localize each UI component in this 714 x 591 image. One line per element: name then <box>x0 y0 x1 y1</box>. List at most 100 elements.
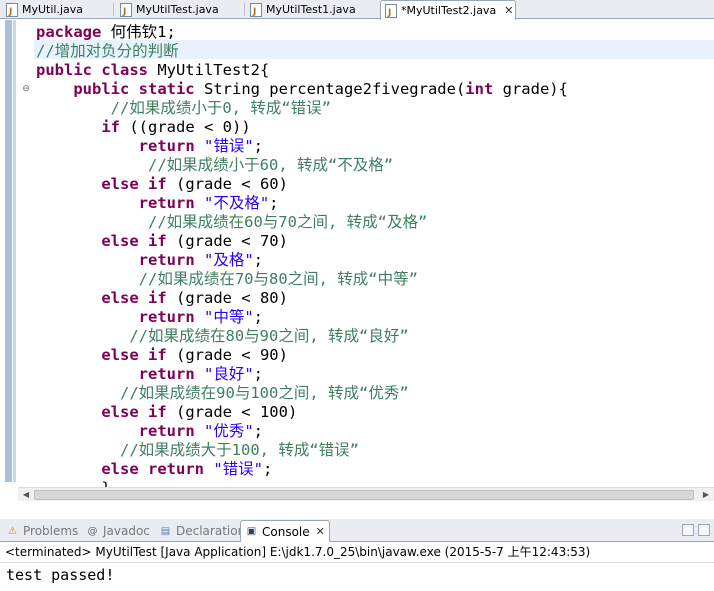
tab-myutiltest1-java[interactable]: J MyUtilTest1.java <box>246 0 378 19</box>
comment-token: //如果成绩在90与100之间, 转成“优秀” <box>120 384 409 402</box>
code-token: (grade < 60) <box>166 175 288 193</box>
code-line[interactable]: //如果成绩在70与80之间, 转成“中等” <box>36 270 418 289</box>
tab-label: MyUtilTest.java <box>136 3 219 16</box>
console-icon: ▣ <box>246 526 257 537</box>
tab-declaration[interactable]: ▤ Declaration <box>155 521 249 541</box>
code-line[interactable]: return "良好"; <box>36 365 263 384</box>
comment-token: //如果成绩在60与70之间, 转成“及格” <box>147 213 428 231</box>
code-line[interactable]: //如果成绩在60与70之间, 转成“及格” <box>36 213 427 232</box>
keyword-token: else if <box>101 289 167 307</box>
string-token: "错误" <box>203 460 263 478</box>
code-token: (grade < 70) <box>166 232 288 250</box>
comment-token: //如果成绩小于60, 转成“不及格” <box>147 156 394 174</box>
view-tab-bar: ⚠ Problems @ Javadoc ▤ Declaration ▣ Con… <box>0 519 714 542</box>
editor-tab-bar: J MyUtil.java J MyUtilTest.java J MyUtil… <box>0 0 714 20</box>
code-line[interactable]: return "及格"; <box>36 251 263 270</box>
keyword-token: package <box>36 23 102 41</box>
code-token: ((grade < 0)) <box>120 118 251 136</box>
code-token: } <box>101 479 110 487</box>
code-line[interactable]: return "不及格"; <box>36 194 279 213</box>
code-line[interactable]: else return "错误"; <box>36 460 272 479</box>
code-line[interactable]: //如果成绩在90与100之间, 转成“优秀” <box>36 384 409 403</box>
code-token: grade){ <box>493 80 568 98</box>
code-token: (grade < 90) <box>166 346 288 364</box>
tab-myutiltest2-java[interactable]: J *MyUtilTest2.java ✕ <box>380 0 516 20</box>
code-token: 何伟钦1; <box>101 23 176 41</box>
java-file-icon: J <box>385 3 397 18</box>
code-token: ; <box>253 137 263 155</box>
keyword-token: else return <box>101 460 204 478</box>
problems-icon: ⚠ <box>8 525 17 537</box>
tab-myutiltest-java[interactable]: J MyUtilTest.java <box>116 0 244 19</box>
tab-myutil-java[interactable]: J MyUtil.java <box>2 0 112 19</box>
minimize-icon[interactable] <box>682 524 694 536</box>
code-line[interactable]: if ((grade < 0)) <box>36 118 251 137</box>
annotation-ruler <box>0 20 18 487</box>
horizontal-scrollbar[interactable]: ◀ ▶ <box>18 487 714 501</box>
close-icon[interactable]: ✕ <box>316 525 325 538</box>
keyword-token: else if <box>101 175 167 193</box>
keyword-token: else if <box>101 232 167 250</box>
code-line[interactable]: else if (grade < 100) <box>36 403 297 422</box>
tab-label: Javadoc <box>103 524 150 538</box>
svg-text:J: J <box>122 7 126 17</box>
code-token: ; <box>262 460 273 478</box>
scroll-left-icon[interactable]: ◀ <box>20 489 32 501</box>
code-line[interactable]: public class MyUtilTest2{ <box>36 61 269 80</box>
code-token: ; <box>253 308 263 326</box>
comment-token: //增加对负分的判断 <box>36 42 179 60</box>
string-token: "不及格" <box>194 194 270 212</box>
code-line[interactable]: return "优秀"; <box>36 422 263 441</box>
code-line[interactable]: else if (grade < 90) <box>36 346 288 365</box>
console-output-area[interactable]: test passed! <box>0 562 714 591</box>
javadoc-icon: @ <box>87 525 98 537</box>
code-line[interactable]: return "错误"; <box>36 137 263 156</box>
string-token: "良好" <box>194 365 254 383</box>
string-token: "中等" <box>194 308 254 326</box>
string-token: "错误" <box>194 137 254 155</box>
code-line[interactable]: } <box>36 479 110 487</box>
maximize-icon[interactable] <box>698 524 710 536</box>
keyword-token: else if <box>101 346 167 364</box>
keyword-token: return <box>138 251 195 269</box>
declaration-icon: ▤ <box>160 525 171 537</box>
comment-token: //如果成绩大于100, 转成“错误” <box>120 441 359 459</box>
tab-label: Declaration <box>176 524 246 538</box>
tab-javadoc[interactable]: @ Javadoc <box>82 521 154 541</box>
code-line[interactable]: else if (grade < 60) <box>36 175 288 194</box>
code-token: String percentage2fivegrade( <box>194 80 466 98</box>
tab-console[interactable]: ▣ Console ✕ <box>240 520 330 542</box>
keyword-token: return <box>138 137 195 155</box>
code-line[interactable]: public static String percentage2fivegrad… <box>36 80 568 99</box>
code-line[interactable]: return "中等"; <box>36 308 263 327</box>
tab-label: Console <box>262 524 310 539</box>
java-file-icon: J <box>250 2 262 17</box>
scroll-right-icon[interactable]: ▶ <box>700 489 712 501</box>
code-line[interactable]: //如果成绩在80与90之间, 转成“良好” <box>36 327 408 346</box>
tab-problems[interactable]: ⚠ Problems <box>2 521 82 541</box>
code-token: (grade < 80) <box>166 289 288 307</box>
svg-text:J: J <box>387 8 391 18</box>
comment-token: //如果成绩在70与80之间, 转成“中等” <box>138 270 418 288</box>
close-icon[interactable]: ✕ <box>504 4 513 17</box>
code-line[interactable]: else if (grade < 80) <box>36 289 288 308</box>
code-line[interactable]: //如果成绩大于100, 转成“错误” <box>36 441 359 460</box>
code-editor[interactable]: ⊖ package 何伟钦1;//增加对负分的判断 public class My… <box>0 20 714 487</box>
scrollbar-thumb[interactable] <box>34 490 694 500</box>
code-line[interactable]: package 何伟钦1; <box>36 23 176 42</box>
code-token: ; <box>253 251 263 269</box>
comment-token: //如果成绩小于0, 转成“错误” <box>110 99 331 117</box>
keyword-token: return <box>138 365 195 383</box>
string-token: "及格" <box>194 251 254 269</box>
code-line[interactable]: else if (grade < 70) <box>36 232 288 251</box>
keyword-token: else if <box>101 403 167 421</box>
code-line[interactable]: //如果成绩小于0, 转成“错误” <box>36 99 331 118</box>
svg-text:J: J <box>252 7 256 17</box>
keyword-token: if <box>101 118 120 136</box>
console-output-text: test passed! <box>6 566 115 584</box>
code-line[interactable]: //如果成绩小于60, 转成“不及格” <box>36 156 393 175</box>
tab-label: Problems <box>23 524 79 538</box>
fold-collapse-icon[interactable]: ⊖ <box>20 83 32 95</box>
code-token: MyUtilTest2{ <box>147 61 270 79</box>
code-line[interactable]: //增加对负分的判断 <box>36 42 179 61</box>
